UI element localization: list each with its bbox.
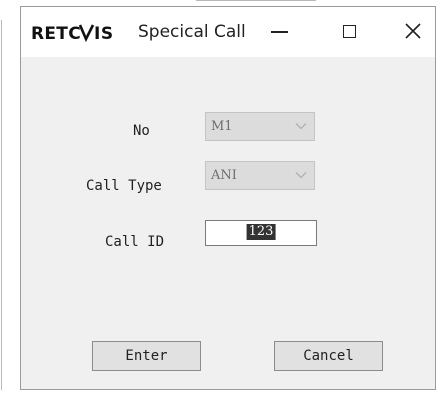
call-id-input[interactable]: 123 [205, 220, 317, 246]
chevron-down-icon [295, 123, 307, 130]
chevron-down-icon [295, 172, 307, 179]
call-type-label: Call Type [86, 178, 162, 194]
minimize-button[interactable] [259, 15, 299, 47]
close-icon [405, 23, 421, 39]
maximize-icon [342, 24, 356, 38]
call-id-label: Call ID [105, 234, 165, 250]
enter-button[interactable]: Enter [92, 341, 201, 371]
background-artifact [196, 0, 316, 1]
call-type-select[interactable]: ANI [205, 161, 315, 190]
close-button[interactable] [393, 15, 433, 47]
no-label: No [133, 123, 150, 139]
retevis-logo-mark: RETC IS [31, 24, 114, 44]
call-id-input-value: 123 [246, 224, 276, 240]
no-select-value: M1 [211, 119, 233, 134]
retevis-logo: RETC IS [31, 20, 129, 44]
call-type-select-value: ANI [211, 168, 237, 183]
svg-text:IS: IS [94, 24, 114, 44]
background-artifact [1, 20, 2, 390]
maximize-button[interactable] [329, 15, 369, 47]
window-title: Specical Call [138, 22, 246, 42]
cancel-button[interactable]: Cancel [274, 341, 383, 371]
special-call-dialog: RETC IS Specical Call No M1 Call Type AN… [20, 6, 436, 390]
no-select[interactable]: M1 [205, 112, 315, 141]
svg-text:RETC: RETC [31, 24, 81, 44]
title-bar: RETC IS Specical Call [21, 7, 435, 57]
minimize-icon [270, 31, 288, 33]
